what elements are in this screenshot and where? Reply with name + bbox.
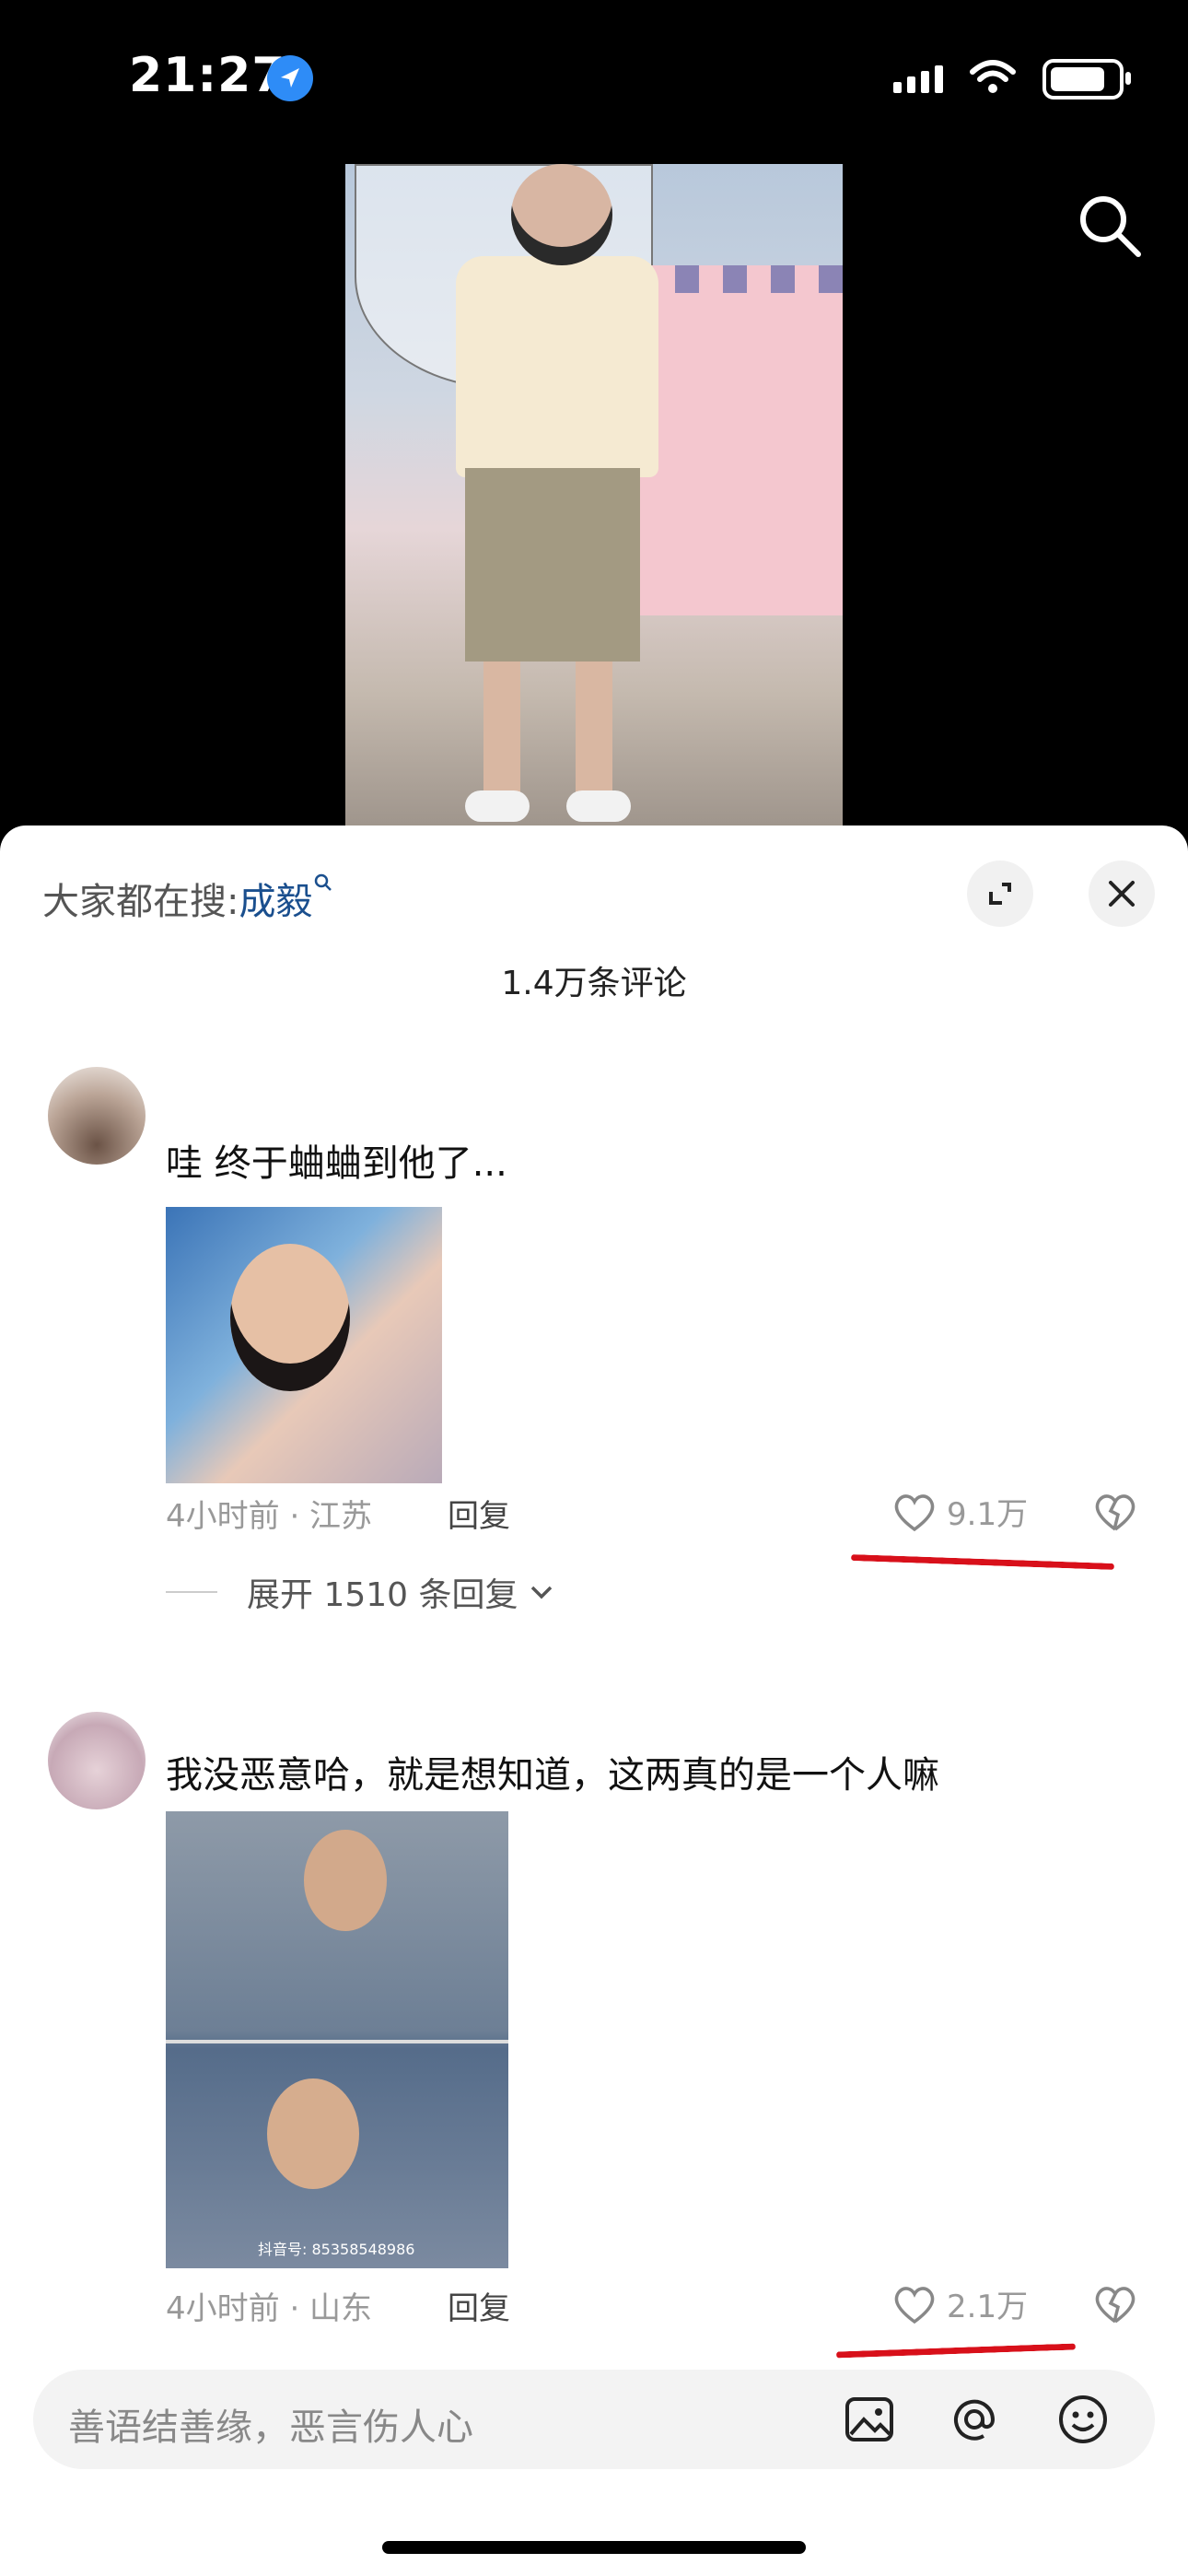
comment-image-face xyxy=(267,2078,359,2189)
expand-icon xyxy=(989,883,1011,905)
annotation-underline xyxy=(850,1554,1115,1570)
heart-icon xyxy=(894,2286,935,2324)
comment-text: 我没恶意哈，就是想知道，这两真的是一个人嘛 xyxy=(166,1754,939,1797)
like-button[interactable]: 9.1万 xyxy=(891,1489,1028,1534)
video-person-leg xyxy=(483,662,520,809)
reply-button[interactable]: 回复 xyxy=(448,2283,510,2328)
comment-image[interactable] xyxy=(166,1207,442,1483)
video-person-shorts xyxy=(465,468,640,662)
expand-replies-label: 展开 1510 条回复 xyxy=(247,1576,518,1614)
close-button[interactable] xyxy=(1089,861,1155,927)
comment-input-bar[interactable]: 善语结善缘，恶言伤人心 xyxy=(33,2370,1155,2469)
chevron-down-icon xyxy=(530,1586,552,1599)
video-person-leg xyxy=(576,662,612,809)
broken-heart-icon xyxy=(1095,1494,1136,1531)
like-count: 2.1万 xyxy=(947,2289,1029,2325)
comment-count: 1.4万条评论 xyxy=(501,965,687,1002)
dislike-button[interactable] xyxy=(1092,2283,1138,2329)
location-arrow-icon xyxy=(267,55,313,101)
video-person-head xyxy=(511,164,612,265)
close-icon xyxy=(1109,881,1135,907)
reply-button[interactable]: 回复 xyxy=(448,1491,510,1536)
cellular-signal-icon xyxy=(893,65,943,93)
like-button[interactable]: 2.1万 xyxy=(891,2281,1028,2326)
expand-replies-button[interactable]: 展开 1510 条回复 xyxy=(166,1568,553,1616)
comment-image-face xyxy=(304,1830,387,1931)
like-count: 9.1万 xyxy=(947,1496,1029,1533)
search-icon[interactable] xyxy=(1076,192,1144,260)
comment-meta: 4小时前 · 山东 xyxy=(166,2290,373,2327)
trending-prefix: 大家都在搜: xyxy=(42,881,239,923)
home-indicator[interactable] xyxy=(382,2541,806,2554)
image-divider xyxy=(166,2040,508,2043)
comment-image[interactable]: 抖音号: 85358548986 xyxy=(166,1811,508,2268)
comments-panel: 大家都在搜:成毅 1.4万条评论 哇 终于蛐蛐到他了... 4小时前 · 江苏 … xyxy=(0,825,1188,2576)
avatar[interactable] xyxy=(48,1712,146,1809)
status-time: 21:27 xyxy=(129,48,286,103)
status-bar: 21:27 xyxy=(0,0,1188,157)
video-person-shoe xyxy=(465,790,530,822)
wifi-icon xyxy=(969,59,1017,100)
heart-icon xyxy=(894,1493,935,1531)
search-icon xyxy=(315,873,332,891)
broken-heart-icon xyxy=(1095,2287,1136,2324)
battery-icon xyxy=(1042,59,1131,100)
comment-text: 哇 终于蛐蛐到他了... xyxy=(166,1142,507,1185)
video-person-shoe xyxy=(566,790,631,822)
trending-keyword[interactable]: 成毅 xyxy=(239,881,312,923)
annotation-underline xyxy=(835,2343,1077,2359)
mention-icon[interactable] xyxy=(947,2392,1002,2447)
comment-image-face xyxy=(230,1244,350,1391)
avatar[interactable] xyxy=(48,1067,146,1165)
dislike-button[interactable] xyxy=(1092,1491,1138,1537)
image-watermark: 抖音号: 85358548986 xyxy=(258,2241,415,2258)
video-player[interactable] xyxy=(345,164,843,827)
trending-search[interactable]: 大家都在搜:成毅 xyxy=(42,872,334,925)
comment-meta: 4小时前 · 江苏 xyxy=(166,1498,373,1535)
emoji-icon[interactable] xyxy=(1055,2392,1111,2447)
expand-fullscreen-button[interactable] xyxy=(967,861,1033,927)
comment-input-placeholder[interactable]: 善语结善缘，恶言伤人心 xyxy=(68,2397,473,2451)
video-person xyxy=(456,256,658,477)
divider xyxy=(166,1591,217,1593)
image-icon[interactable] xyxy=(842,2392,897,2447)
